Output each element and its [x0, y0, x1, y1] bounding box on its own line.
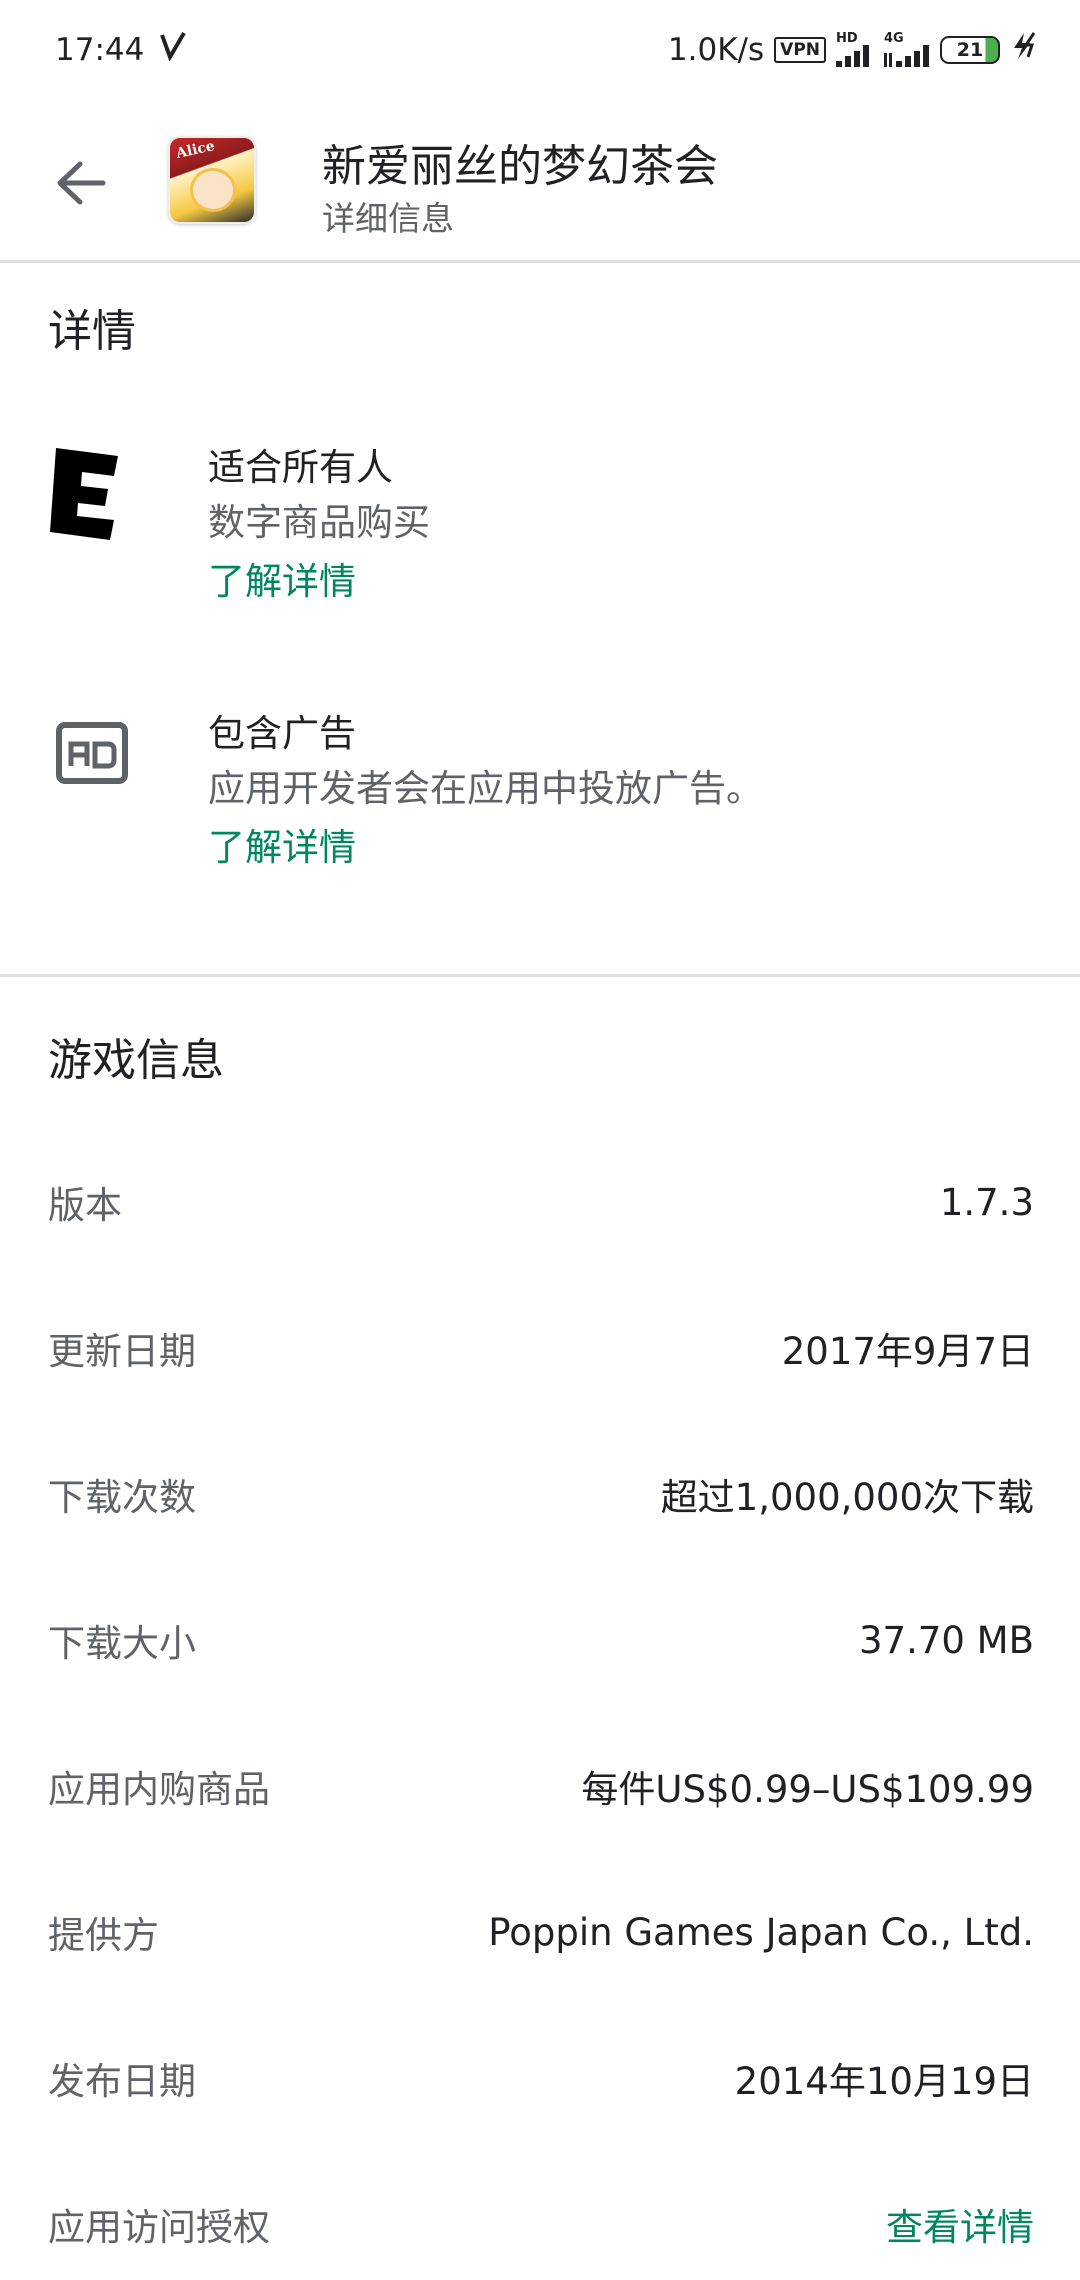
- info-row-download-size: 下载大小 37.70 MB: [48, 1610, 1034, 1670]
- notification-check-icon: [158, 31, 187, 69]
- ads-description: 应用开发者会在应用中投放广告。: [208, 767, 763, 810]
- battery-icon: 21: [940, 36, 1000, 64]
- battery-level: 21: [956, 39, 984, 61]
- status-right: 1.0K/s VPN HD 4G 21: [668, 31, 1040, 69]
- app-icon-character: [190, 168, 236, 212]
- arrow-back-icon: [57, 161, 106, 205]
- info-label: 应用访问授权: [48, 2206, 270, 2249]
- info-value: 37.70 MB: [859, 1618, 1034, 1662]
- info-row-downloads: 下载次数 超过1,000,000次下载: [48, 1464, 1034, 1524]
- status-bar: 17:44 1.0K/s VPN HD 4G 21: [0, 0, 1080, 100]
- charging-icon: [1010, 31, 1040, 69]
- rating-description: 数字商品购买: [208, 501, 430, 544]
- view-permissions-link[interactable]: 查看详情: [886, 2197, 1034, 2251]
- rating-row: 适合所有人 数字商品购买 了解详情: [0, 440, 1080, 630]
- info-value: 每件US$0.99–US$109.99: [581, 1768, 1034, 1811]
- section-divider: [0, 974, 1080, 977]
- info-row-version: 版本 1.7.3: [48, 1172, 1034, 1232]
- info-row-offered-by: 提供方 Poppin Games Japan Co., Ltd.: [48, 1902, 1034, 1962]
- info-row-released: 发布日期 2014年10月19日: [48, 2048, 1034, 2108]
- info-row-updated: 更新日期 2017年9月7日: [48, 1318, 1034, 1378]
- info-label: 版本: [48, 1184, 122, 1227]
- status-time: 17:44: [55, 32, 145, 68]
- rating-heading: 适合所有人: [208, 446, 393, 489]
- app-title: 新爱丽丝的梦幻茶会: [322, 141, 718, 192]
- esrb-e-icon: [48, 446, 138, 546]
- details-section-title: 详情: [48, 306, 136, 357]
- info-label: 应用内购商品: [48, 1768, 270, 1811]
- info-value: 超过1,000,000次下载: [660, 1476, 1034, 1519]
- page-subtitle: 详细信息: [322, 199, 454, 238]
- ads-text: 包含广告 应用开发者会在应用中投放广告。 了解详情: [208, 706, 763, 880]
- info-label: 提供方: [48, 1914, 159, 1957]
- info-value: 1.7.3: [939, 1180, 1034, 1224]
- hd-label: HD: [836, 31, 858, 46]
- ads-heading: 包含广告: [208, 712, 356, 755]
- net-speed: 1.0K/s: [667, 32, 765, 68]
- info-label: 下载次数: [48, 1476, 196, 1519]
- app-icon[interactable]: Alice: [168, 136, 256, 224]
- rating-text: 适合所有人 数字商品购买 了解详情: [208, 440, 430, 614]
- status-left: 17:44: [55, 31, 187, 69]
- info-value: Poppin Games Japan Co., Ltd.: [488, 1910, 1034, 1954]
- ads-learn-more-link[interactable]: 了解详情: [208, 816, 763, 880]
- info-row-in-app-purchases: 应用内购商品 每件US$0.99–US$109.99: [48, 1756, 1034, 1816]
- info-label: 更新日期: [48, 1330, 196, 1373]
- info-value: 2017年9月7日: [781, 1330, 1034, 1373]
- app-header: Alice 新爱丽丝的梦幻茶会 详细信息: [0, 100, 1080, 263]
- ads-row: 包含广告 应用开发者会在应用中投放广告。 了解详情: [0, 706, 1080, 896]
- info-row-permissions: 应用访问授权 查看详情: [48, 2194, 1034, 2254]
- app-icon-text: Alice: [174, 138, 217, 162]
- vpn-icon: VPN: [774, 37, 826, 63]
- info-label: 发布日期: [48, 2060, 196, 2103]
- hd-signal-icon: HD: [836, 31, 874, 67]
- info-label: 下载大小: [48, 1622, 196, 1665]
- 4g-signal-icon: 4G: [884, 31, 930, 67]
- rating-learn-more-link[interactable]: 了解详情: [208, 550, 430, 614]
- ad-icon: [56, 722, 128, 788]
- info-value: 2014年10月19日: [734, 2060, 1034, 2103]
- net-type-label: 4G: [884, 31, 904, 46]
- game-info-section-title: 游戏信息: [48, 1035, 224, 1086]
- back-button[interactable]: [48, 150, 114, 216]
